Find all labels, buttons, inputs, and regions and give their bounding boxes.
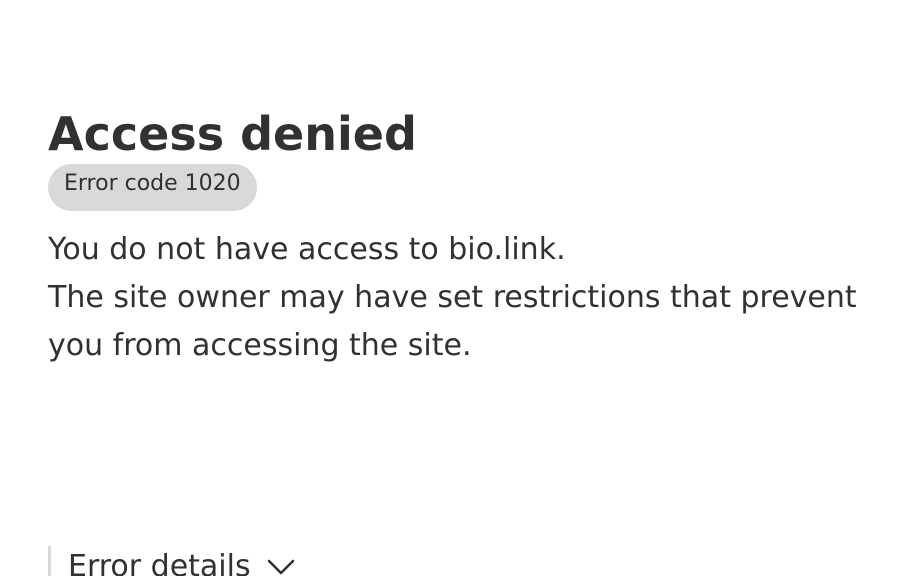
error-details-label: Error details xyxy=(68,549,251,576)
error-code-badge: Error code 1020 xyxy=(48,164,257,211)
chevron-down-icon xyxy=(267,558,295,576)
error-page: Access denied Error code 1020 You do not… xyxy=(0,0,920,576)
error-message: You do not have access to bio.link. The … xyxy=(48,226,888,370)
page-title: Access denied xyxy=(48,107,417,161)
error-message-line: You do not have access to bio.link. xyxy=(48,232,566,267)
error-message-explanation: The site owner may have set restrictions… xyxy=(48,280,857,363)
error-details-toggle[interactable]: Error details xyxy=(48,546,295,576)
